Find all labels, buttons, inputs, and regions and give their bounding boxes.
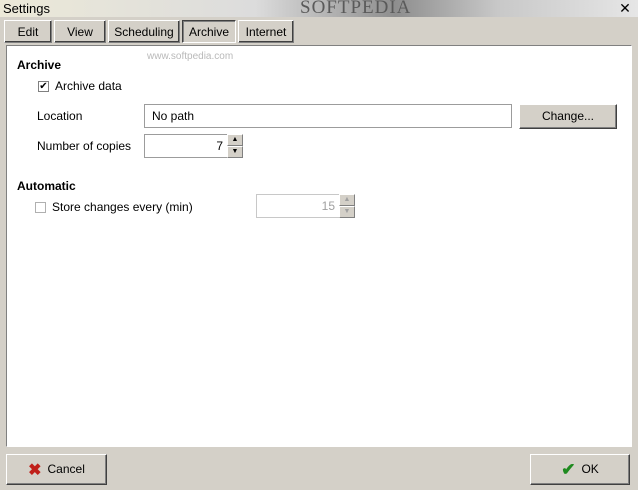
archive-data-checkbox[interactable]: ✔ — [38, 81, 49, 92]
archive-heading: Archive — [17, 58, 62, 72]
change-button-label: Change... — [541, 109, 595, 123]
location-field[interactable]: No path — [144, 104, 512, 128]
watermark: SOFTPEDIA — [300, 0, 412, 18]
archive-panel: www.softpedia.com Archive ✔ Archive data… — [6, 45, 632, 447]
cancel-button[interactable]: ✖ Cancel — [6, 454, 107, 485]
copies-spinner[interactable]: ▲ ▼ — [227, 134, 243, 158]
x-icon: ✖ — [28, 462, 42, 479]
tab-internet[interactable]: Internet — [238, 20, 294, 43]
spin-up-icon[interactable]: ▲ — [339, 194, 355, 206]
spin-down-icon[interactable]: ▼ — [227, 146, 243, 158]
footer: ✖ Cancel ✔ OK — [0, 447, 638, 490]
copies-field[interactable]: 7 — [144, 134, 228, 158]
tab-view-label: View — [67, 25, 93, 39]
tab-scheduling-label: Scheduling — [114, 25, 174, 39]
location-label: Location — [37, 109, 83, 123]
store-interval-field[interactable]: 15 — [256, 194, 340, 218]
location-value: No path — [152, 109, 195, 123]
cancel-button-label: Cancel — [47, 462, 85, 476]
checkmark-icon: ✔ — [39, 81, 48, 92]
copies-value: 7 — [216, 139, 223, 153]
tab-archive[interactable]: Archive — [182, 20, 236, 43]
automatic-heading: Automatic — [17, 179, 76, 193]
store-changes-checkbox[interactable] — [35, 202, 46, 213]
ok-button-label: OK — [581, 462, 599, 476]
close-button[interactable]: ✕ — [617, 1, 633, 15]
tab-edit-label: Edit — [17, 25, 39, 39]
checkmark-icon: ✔ — [561, 460, 576, 479]
ok-button[interactable]: ✔ OK — [530, 454, 630, 485]
store-interval-value: 15 — [321, 199, 335, 213]
spin-down-icon[interactable]: ▼ — [339, 206, 355, 218]
tab-archive-label: Archive — [188, 25, 229, 39]
watermark-small: www.softpedia.com — [147, 51, 234, 62]
tab-edit[interactable]: Edit — [4, 20, 52, 43]
window-title: Settings — [3, 1, 50, 16]
tab-view[interactable]: View — [54, 20, 106, 43]
tab-strip: Edit View Scheduling Archive Internet — [2, 18, 636, 45]
store-changes-label[interactable]: Store changes every (min) — [52, 200, 193, 214]
tab-internet-label: Internet — [245, 25, 287, 39]
store-interval-spinner[interactable]: ▲ ▼ — [339, 194, 355, 218]
archive-data-label[interactable]: Archive data — [55, 79, 122, 93]
tab-scheduling[interactable]: Scheduling — [108, 20, 180, 43]
title-bar: Settings SOFTPEDIA ✕ — [0, 0, 638, 18]
change-button[interactable]: Change... — [519, 104, 617, 129]
copies-label: Number of copies — [37, 139, 132, 153]
spin-up-icon[interactable]: ▲ — [227, 134, 243, 146]
